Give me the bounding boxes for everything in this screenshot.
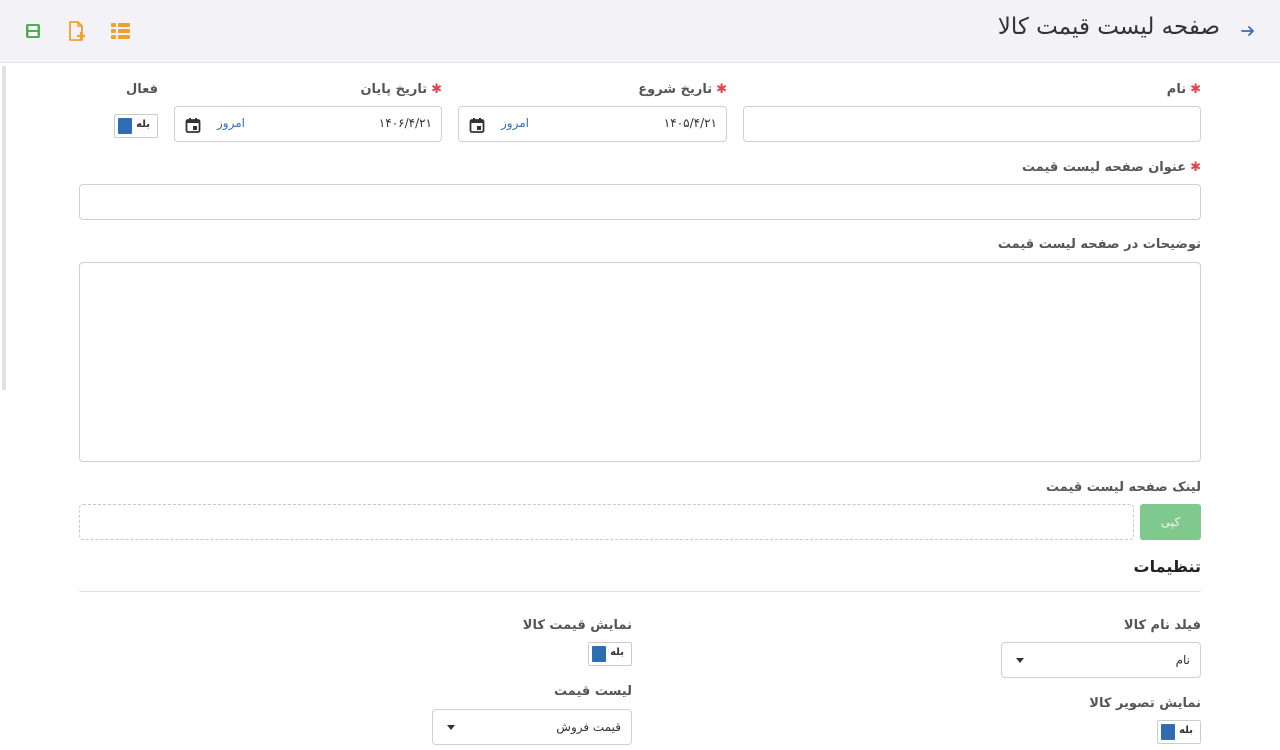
start-date-value: ۱۴۰۵/۴/۲۱ (663, 116, 717, 130)
name-label: ✱نام (1166, 82, 1201, 97)
active-label: فعال (125, 82, 158, 97)
end-date-value: ۱۴۰۶/۴/۲۱ (378, 116, 432, 130)
page-title-input[interactable] (79, 184, 1201, 220)
link-label: لینک صفحه لیست قیمت (1045, 480, 1201, 495)
save-icon[interactable] (22, 20, 44, 42)
price-list-select[interactable]: قیمت فروش (432, 709, 632, 745)
toggle-knob (1161, 724, 1175, 740)
start-date-input[interactable]: ۱۴۰۵/۴/۲۱ امروز (458, 106, 727, 142)
calendar-icon[interactable] (469, 117, 485, 133)
show-image-label: نمایش تصویر کالا (1089, 696, 1201, 711)
show-image-toggle[interactable]: بله (1157, 720, 1201, 744)
caret-down-icon (1016, 658, 1024, 663)
select-value: نام (1175, 653, 1190, 667)
toggle-knob (592, 646, 606, 662)
end-date-today[interactable]: امروز (217, 116, 245, 130)
caret-down-icon (447, 725, 455, 730)
product-name-field-select[interactable]: نام (1001, 642, 1201, 678)
select-value: قیمت فروش (556, 720, 621, 734)
toggle-label: بله (610, 647, 624, 658)
product-name-field-label: فیلد نام کالا (1123, 618, 1201, 633)
start-date-label: ✱تاریخ شروع (638, 82, 727, 97)
price-list-label: لیست قیمت (554, 684, 632, 699)
page-title: صفحه لیست قیمت کالا (997, 14, 1220, 40)
settings-divider (79, 591, 1201, 592)
toggle-knob (118, 118, 132, 134)
toggle-label: بله (136, 119, 150, 130)
list-icon[interactable] (110, 20, 132, 42)
calendar-icon[interactable] (185, 117, 201, 133)
add-file-icon[interactable] (66, 20, 88, 42)
description-label: توضیحات در صفحه لیست قیمت (997, 237, 1201, 252)
end-date-input[interactable]: ۱۴۰۶/۴/۲۱ امروز (174, 106, 442, 142)
description-textarea[interactable] (79, 262, 1201, 462)
show-price-toggle[interactable]: بله (588, 642, 632, 666)
start-date-today[interactable]: امروز (501, 116, 529, 130)
name-input[interactable] (743, 106, 1201, 142)
page-title-label: ✱عنوان صفحه لیست قیمت (1021, 160, 1201, 175)
page-header: صفحه لیست قیمت کالا (0, 0, 1280, 63)
active-toggle[interactable]: بله (114, 114, 158, 138)
scroll-indicator (2, 66, 6, 390)
settings-title: تنظیمات (1133, 557, 1201, 576)
show-price-label: نمایش قیمت کالا (522, 618, 632, 633)
link-field[interactable] (79, 504, 1134, 540)
arrow-right-icon[interactable] (1240, 22, 1256, 40)
end-date-label: ✱تاریخ پایان (360, 82, 442, 97)
toggle-label: بله (1179, 725, 1193, 736)
copy-button[interactable]: کپی (1140, 504, 1201, 540)
